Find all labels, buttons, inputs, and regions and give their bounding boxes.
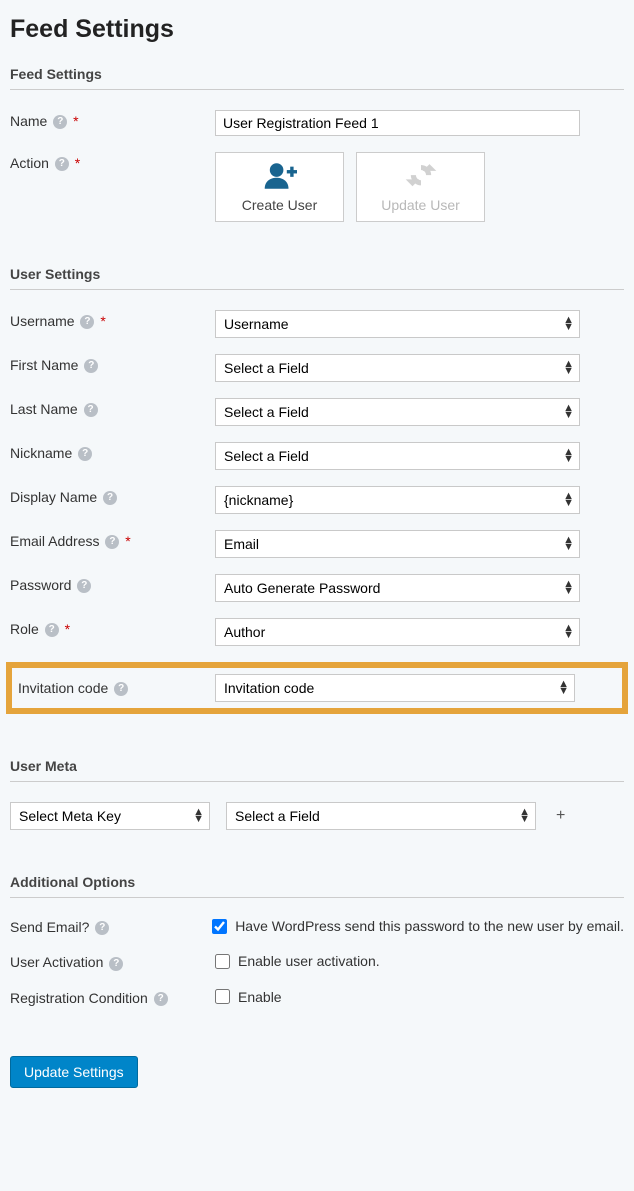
row-user-activation: User Activation ? Enable user activation…	[10, 953, 624, 970]
refresh-icon	[404, 161, 438, 191]
action-update-user-label: Update User	[381, 197, 460, 213]
row-first-name: First Name ? Select a Field▲▼	[10, 354, 624, 382]
username-select[interactable]: Username	[215, 310, 580, 338]
row-name: Name ? *	[10, 110, 624, 136]
help-icon[interactable]: ?	[53, 115, 67, 129]
display-name-select[interactable]: {nickname}	[215, 486, 580, 514]
row-user-meta: Select Meta Key▲▼ Select a Field▲▼ +	[10, 802, 624, 830]
row-invitation-code-highlight: Invitation code ? Invitation code▲▼	[6, 662, 628, 714]
send-email-checkbox[interactable]	[212, 919, 227, 934]
help-icon[interactable]: ?	[154, 992, 168, 1006]
row-display-name: Display Name ? {nickname}▲▼	[10, 486, 624, 514]
user-plus-icon	[263, 161, 297, 191]
label-registration-condition: Registration Condition	[10, 990, 148, 1006]
help-icon[interactable]: ?	[77, 579, 91, 593]
help-icon[interactable]: ?	[109, 957, 123, 971]
label-display-name: Display Name	[10, 489, 97, 505]
section-feed-settings: Feed Settings	[10, 58, 624, 90]
label-user-activation: User Activation	[10, 954, 103, 970]
invitation-code-select[interactable]: Invitation code	[215, 674, 575, 702]
help-icon[interactable]: ?	[103, 491, 117, 505]
required-marker: *	[125, 533, 130, 549]
label-role: Role	[10, 621, 39, 637]
label-first-name: First Name	[10, 357, 78, 373]
required-marker: *	[100, 313, 105, 329]
row-send-email: Send Email? ? Have WordPress send this p…	[10, 918, 624, 935]
help-icon[interactable]: ?	[105, 535, 119, 549]
section-user-settings: User Settings	[10, 258, 624, 290]
name-input[interactable]	[215, 110, 580, 136]
first-name-select[interactable]: Select a Field	[215, 354, 580, 382]
row-role: Role ? * Author▲▼	[10, 618, 624, 646]
user-activation-text: Enable user activation.	[238, 953, 380, 969]
send-email-text: Have WordPress send this password to the…	[235, 918, 624, 934]
help-icon[interactable]: ?	[84, 359, 98, 373]
nickname-select[interactable]: Select a Field	[215, 442, 580, 470]
required-marker: *	[65, 621, 70, 637]
row-action: Action ? * Create User	[10, 152, 624, 222]
label-action: Action	[10, 155, 49, 171]
required-marker: *	[75, 155, 80, 171]
help-icon[interactable]: ?	[80, 315, 94, 329]
password-select[interactable]: Auto Generate Password	[215, 574, 580, 602]
help-icon[interactable]: ?	[78, 447, 92, 461]
required-marker: *	[73, 113, 78, 129]
update-settings-button[interactable]: Update Settings	[10, 1056, 138, 1088]
label-nickname: Nickname	[10, 445, 72, 461]
add-meta-button[interactable]: +	[552, 807, 569, 825]
label-password: Password	[10, 577, 71, 593]
label-name: Name	[10, 113, 47, 129]
role-select[interactable]: Author	[215, 618, 580, 646]
row-password: Password ? Auto Generate Password▲▼	[10, 574, 624, 602]
row-last-name: Last Name ? Select a Field▲▼	[10, 398, 624, 426]
last-name-select[interactable]: Select a Field	[215, 398, 580, 426]
row-email-address: Email Address ? * Email▲▼	[10, 530, 624, 558]
label-email-address: Email Address	[10, 533, 99, 549]
label-invitation-code: Invitation code	[18, 680, 108, 696]
help-icon[interactable]: ?	[114, 682, 128, 696]
user-activation-checkbox[interactable]	[215, 954, 230, 969]
help-icon[interactable]: ?	[45, 623, 59, 637]
section-user-meta: User Meta	[10, 750, 624, 782]
action-create-user[interactable]: Create User	[215, 152, 344, 222]
meta-field-select[interactable]: Select a Field	[226, 802, 536, 830]
label-last-name: Last Name	[10, 401, 78, 417]
label-send-email: Send Email?	[10, 919, 89, 935]
label-username: Username	[10, 313, 75, 329]
email-address-select[interactable]: Email	[215, 530, 580, 558]
help-icon[interactable]: ?	[55, 157, 69, 171]
section-additional-options: Additional Options	[10, 866, 624, 898]
row-registration-condition: Registration Condition ? Enable	[10, 989, 624, 1006]
registration-condition-text: Enable	[238, 989, 282, 1005]
page-title: Feed Settings	[10, 10, 624, 58]
registration-condition-checkbox[interactable]	[215, 989, 230, 1004]
help-icon[interactable]: ?	[84, 403, 98, 417]
action-update-user[interactable]: Update User	[356, 152, 485, 222]
action-create-user-label: Create User	[242, 197, 317, 213]
help-icon[interactable]: ?	[95, 921, 109, 935]
row-nickname: Nickname ? Select a Field▲▼	[10, 442, 624, 470]
meta-key-select[interactable]: Select Meta Key	[10, 802, 210, 830]
row-username: Username ? * Username▲▼	[10, 310, 624, 338]
